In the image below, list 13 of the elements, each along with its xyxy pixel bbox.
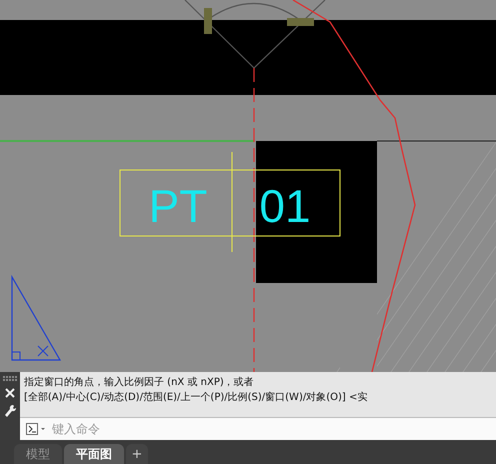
drawing-label: 01 [259,180,311,232]
command-prompt-icon[interactable] [26,423,46,435]
add-layout-button[interactable]: + [126,444,148,464]
layout-tab[interactable]: 模型 [14,444,62,464]
close-icon[interactable] [5,388,15,398]
drawing-label: PT [148,180,208,232]
wrench-icon[interactable] [4,404,16,418]
command-history-line: 指定窗口的角点，输入比例因子 (nX 或 nXP)，或者 [24,376,255,389]
grip-icon[interactable] [3,376,17,382]
layout-tab[interactable]: 平面图 [64,444,124,464]
command-input[interactable]: 键入命令 [50,421,490,437]
command-input-field[interactable]: 键入命令 [20,417,496,440]
command-history-line: [全部(A)/中心(C)/动态(D)/范围(E)/上一个(P)/比例(S)/窗口(W)/对象(O)] <实 [24,391,368,404]
